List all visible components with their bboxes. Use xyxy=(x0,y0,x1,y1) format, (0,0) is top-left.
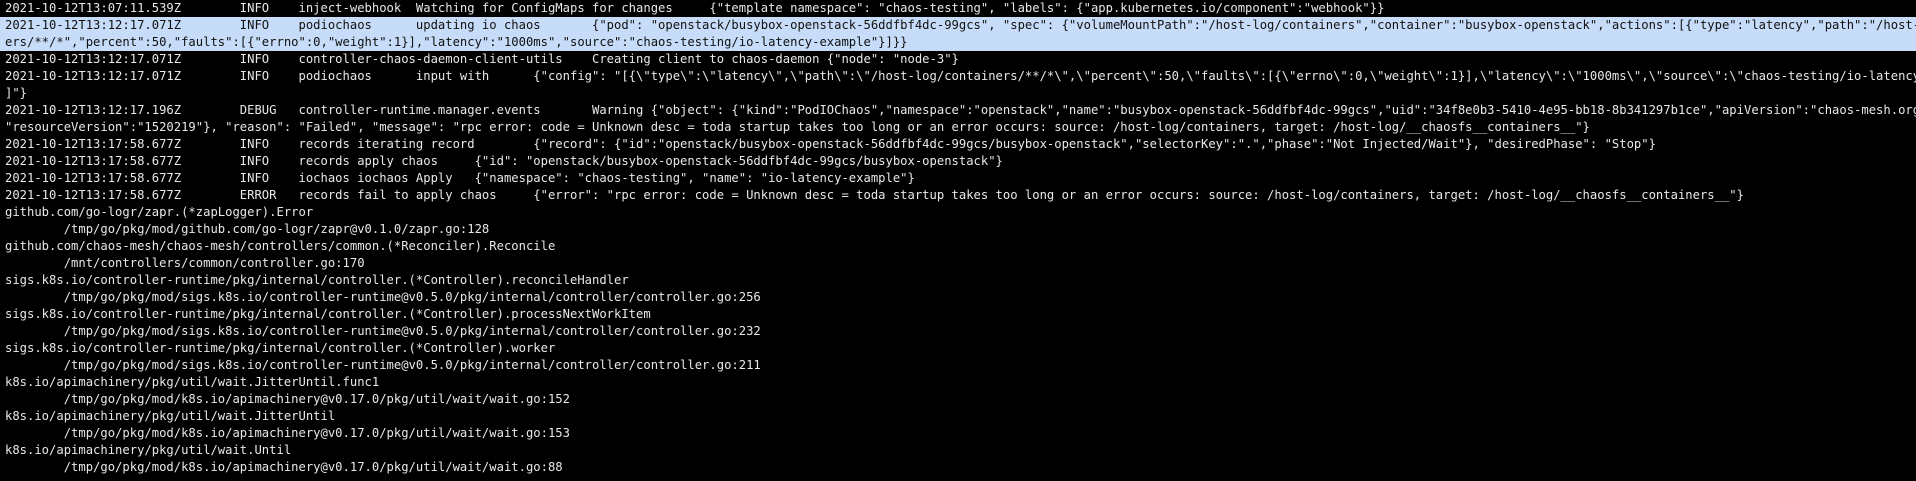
stack-trace-path: /tmp/go/pkg/mod/sigs.k8s.io/controller-r… xyxy=(5,358,761,372)
log-line: ]"} xyxy=(5,86,28,100)
stack-trace-path: /tmp/go/pkg/mod/sigs.k8s.io/controller-r… xyxy=(5,290,761,304)
stack-trace-function: github.com/go-logr/zapr.(*zapLogger).Err… xyxy=(5,205,314,219)
stack-trace-function: github.com/chaos-mesh/chaos-mesh/control… xyxy=(5,239,556,253)
stack-trace-path: /tmp/go/pkg/mod/sigs.k8s.io/controller-r… xyxy=(5,324,761,338)
log-line: "resourceVersion":"1520219"}, "reason": … xyxy=(5,120,1590,134)
stack-trace-path: /tmp/go/pkg/mod/k8s.io/apimachinery@v0.1… xyxy=(5,426,570,440)
log-line: 2021-10-12T13:17:58.677Z INFO iochaos io… xyxy=(5,171,915,185)
stack-trace-function: k8s.io/apimachinery/pkg/util/wait.Jitter… xyxy=(5,409,336,423)
log-line: 2021-10-12T13:12:17.071Z INFO podiochaos… xyxy=(5,69,1916,83)
stack-trace-path: /tmp/go/pkg/mod/k8s.io/apimachinery@v0.1… xyxy=(5,460,563,474)
stack-trace-path: /tmp/go/pkg/mod/github.com/go-logr/zapr@… xyxy=(5,222,490,236)
stack-trace-function: sigs.k8s.io/controller-runtime/pkg/inter… xyxy=(5,341,556,355)
log-line-error: 2021-10-12T13:17:58.677Z ERROR records f… xyxy=(5,188,1744,202)
log-line-selected: 2021-10-12T13:12:17.071Z INFO podiochaos… xyxy=(0,17,1916,34)
stack-trace-path: /tmp/go/pkg/mod/k8s.io/apimachinery@v0.1… xyxy=(5,392,570,406)
log-line: 2021-10-12T13:17:58.677Z INFO records ap… xyxy=(5,154,1003,168)
terminal-output[interactable]: 2021-10-12T13:07:11.539Z INFO inject-web… xyxy=(0,0,1916,481)
stack-trace-function: sigs.k8s.io/controller-runtime/pkg/inter… xyxy=(5,273,629,287)
stack-trace-path: /mnt/controllers/common/controller.go:17… xyxy=(5,256,365,270)
log-line-selected: ers/**/*","percent":50,"faults":[{"errno… xyxy=(0,34,1916,51)
stack-trace-function: k8s.io/apimachinery/pkg/util/wait.Jitter… xyxy=(5,375,380,389)
log-line: 2021-10-12T13:12:17.196Z DEBUG controlle… xyxy=(5,103,1916,117)
log-line: 2021-10-12T13:07:11.539Z INFO inject-web… xyxy=(5,1,1385,15)
log-line: 2021-10-12T13:17:58.677Z INFO records it… xyxy=(5,137,1656,151)
log-line: 2021-10-12T13:12:17.071Z INFO controller… xyxy=(5,52,959,66)
stack-trace-function: sigs.k8s.io/controller-runtime/pkg/inter… xyxy=(5,307,651,321)
stack-trace-function: k8s.io/apimachinery/pkg/util/wait.Until xyxy=(5,443,292,457)
